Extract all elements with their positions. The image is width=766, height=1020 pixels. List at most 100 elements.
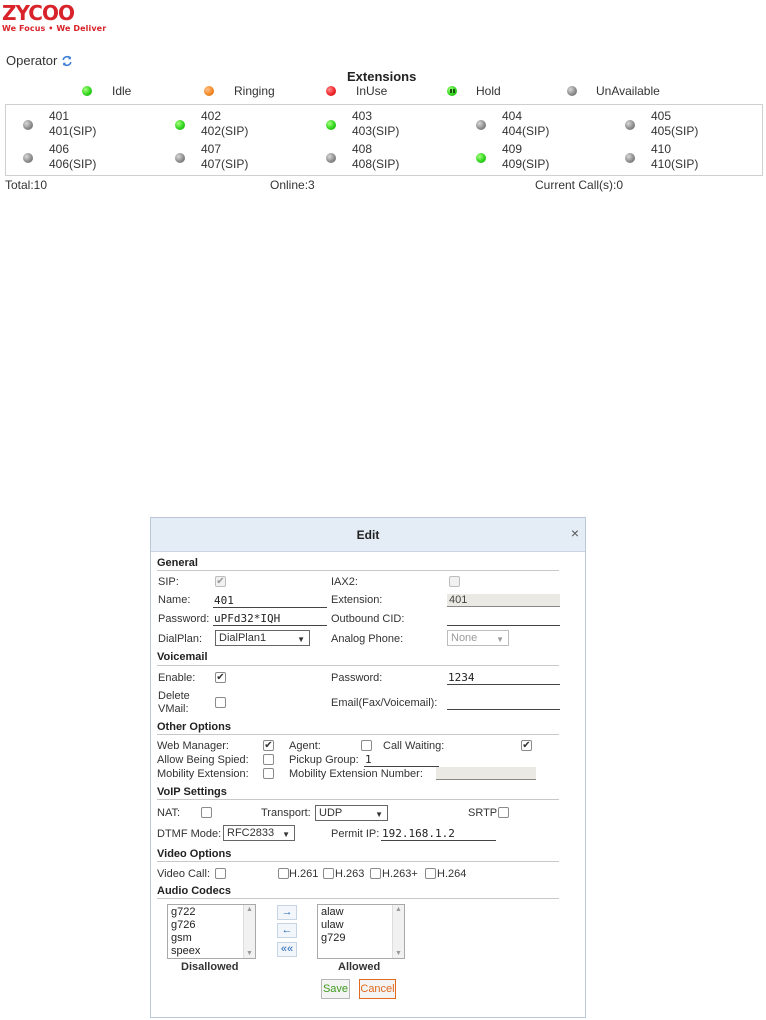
codec-option[interactable]: g729	[321, 932, 345, 944]
move-left-button[interactable]: ←	[277, 923, 297, 938]
nat-checkbox[interactable]	[201, 807, 212, 818]
allow-spied-label: Allow Being Spied:	[157, 754, 249, 766]
h261-checkbox[interactable]	[278, 868, 289, 879]
web-manager-checkbox[interactable]	[263, 740, 274, 751]
section-divider	[157, 799, 559, 800]
codec-option[interactable]: ulaw	[321, 919, 344, 931]
extension-404[interactable]: 404 404(SIP)	[476, 109, 596, 141]
permit-ip-input[interactable]: 192.168.1.2	[381, 827, 496, 841]
srtp-checkbox[interactable]	[498, 807, 509, 818]
analog-phone-select[interactable]: None ▼	[447, 630, 509, 646]
name-label: Name:	[158, 594, 191, 606]
section-divider	[157, 570, 559, 571]
extension-status-icon	[175, 120, 185, 130]
extension-406[interactable]: 406 406(SIP)	[23, 142, 143, 174]
legend-idle	[82, 86, 92, 96]
agent-label: Agent:	[289, 740, 321, 752]
codec-option[interactable]: speex	[171, 945, 200, 957]
name-input[interactable]: 401	[213, 594, 327, 608]
extension-input: 401	[447, 594, 560, 607]
extension-407[interactable]: 407 407(SIP)	[175, 142, 295, 174]
extension-type: 409(SIP)	[502, 157, 550, 171]
password-input[interactable]: uPFd32*IQH	[213, 612, 327, 626]
h263plus-checkbox[interactable]	[370, 868, 381, 879]
scroll-up-icon[interactable]: ▲	[395, 906, 402, 913]
iax2-checkbox[interactable]	[449, 576, 460, 587]
extension-403[interactable]: 403 403(SIP)	[326, 109, 446, 141]
h264-checkbox[interactable]	[425, 868, 436, 879]
scroll-up-icon[interactable]: ▲	[246, 906, 253, 913]
legend-unavailable	[567, 86, 577, 96]
refresh-icon[interactable]	[61, 55, 73, 67]
status-legend: Idle Ringing InUse Hold UnAvailable	[0, 84, 766, 100]
section-divider	[157, 898, 559, 899]
call-waiting-checkbox[interactable]	[521, 740, 532, 751]
extension-number: 409	[502, 142, 523, 156]
codec-option[interactable]: g722	[171, 906, 195, 918]
h263plus-label: H.263+	[382, 868, 418, 880]
h263-label: H.263	[335, 868, 365, 880]
dropdown-arrow-icon: ▼	[375, 810, 383, 819]
operator-label: Operator	[6, 53, 58, 68]
extension-410[interactable]: 410 410(SIP)	[625, 142, 745, 174]
allow-spied-checkbox[interactable]	[263, 754, 274, 765]
delete-vmail-label-line2: VMail:	[158, 703, 189, 715]
video-call-checkbox[interactable]	[215, 868, 226, 879]
edit-dialog: Edit × General SIP: IAX2: Name: 401 Exte…	[150, 517, 586, 1018]
codec-option[interactable]: alaw	[321, 906, 344, 918]
move-right-button[interactable]: →	[277, 905, 297, 920]
vm-enable-label: Enable:	[158, 672, 196, 684]
vm-password-input[interactable]: 1234	[447, 671, 560, 685]
dtmf-mode-select[interactable]: RFC2833 ▼	[223, 825, 295, 841]
vm-enable-checkbox[interactable]	[215, 672, 226, 683]
mobility-number-label: Mobility Extension Number:	[289, 768, 423, 780]
move-all-left-button[interactable]: ««	[277, 942, 297, 957]
codec-option[interactable]: gsm	[171, 932, 192, 944]
legend-ringing-label: Ringing	[234, 84, 275, 98]
mobility-number-input	[436, 767, 536, 780]
extension-number: 410	[651, 142, 672, 156]
outbound-cid-input[interactable]	[447, 612, 560, 626]
save-button[interactable]: Save	[321, 979, 350, 999]
h263-checkbox[interactable]	[323, 868, 334, 879]
dropdown-arrow-icon: ▼	[496, 635, 504, 644]
codec-option[interactable]: g726	[171, 919, 195, 931]
section-divider	[157, 861, 559, 862]
extension-408[interactable]: 408 408(SIP)	[326, 142, 446, 174]
mobility-ext-checkbox[interactable]	[263, 768, 274, 779]
logo-mark: ZYCOO	[2, 2, 75, 24]
extension-number: 404	[502, 109, 523, 123]
disallowed-codecs-list[interactable]: g722 g726 gsm speex ▲ ▼	[167, 904, 256, 959]
agent-checkbox[interactable]	[361, 740, 372, 751]
extension-status-icon	[326, 120, 336, 130]
hold-status-icon	[447, 86, 457, 96]
email-input[interactable]	[447, 696, 560, 710]
extension-number: 401	[49, 109, 70, 123]
extension-401[interactable]: 401 401(SIP)	[23, 109, 143, 141]
section-divider	[157, 734, 559, 735]
cancel-button[interactable]: Cancel	[359, 979, 396, 999]
extension-type: 407(SIP)	[201, 157, 249, 171]
transport-select[interactable]: UDP ▼	[315, 805, 388, 821]
extension-type: 401(SIP)	[49, 124, 97, 138]
delete-vmail-checkbox[interactable]	[215, 697, 226, 708]
listbox-scrollbar[interactable]: ▲ ▼	[243, 905, 255, 958]
extension-402[interactable]: 402 402(SIP)	[175, 109, 295, 141]
dialplan-select[interactable]: DialPlan1 ▼	[215, 630, 310, 646]
transport-label: Transport:	[261, 807, 311, 819]
legend-idle-label: Idle	[112, 84, 132, 98]
extension-status-icon	[625, 153, 635, 163]
call-waiting-label: Call Waiting:	[383, 740, 445, 752]
extension-405[interactable]: 405 405(SIP)	[625, 109, 745, 141]
pickup-group-input[interactable]: 1	[364, 753, 439, 767]
logo-tagline: We Focus • We Deliver	[2, 24, 107, 33]
scroll-down-icon[interactable]: ▼	[395, 950, 402, 957]
allowed-codecs-list[interactable]: alaw ulaw g729 ▲ ▼	[317, 904, 405, 959]
sip-checkbox[interactable]	[215, 576, 226, 587]
scroll-down-icon[interactable]: ▼	[246, 950, 253, 957]
analog-phone-value: None	[451, 632, 478, 644]
dropdown-arrow-icon: ▼	[282, 830, 290, 839]
listbox-scrollbar[interactable]: ▲ ▼	[392, 905, 404, 958]
extension-409[interactable]: 409 409(SIP)	[476, 142, 596, 174]
current-calls-count: Current Call(s):0	[535, 178, 624, 192]
